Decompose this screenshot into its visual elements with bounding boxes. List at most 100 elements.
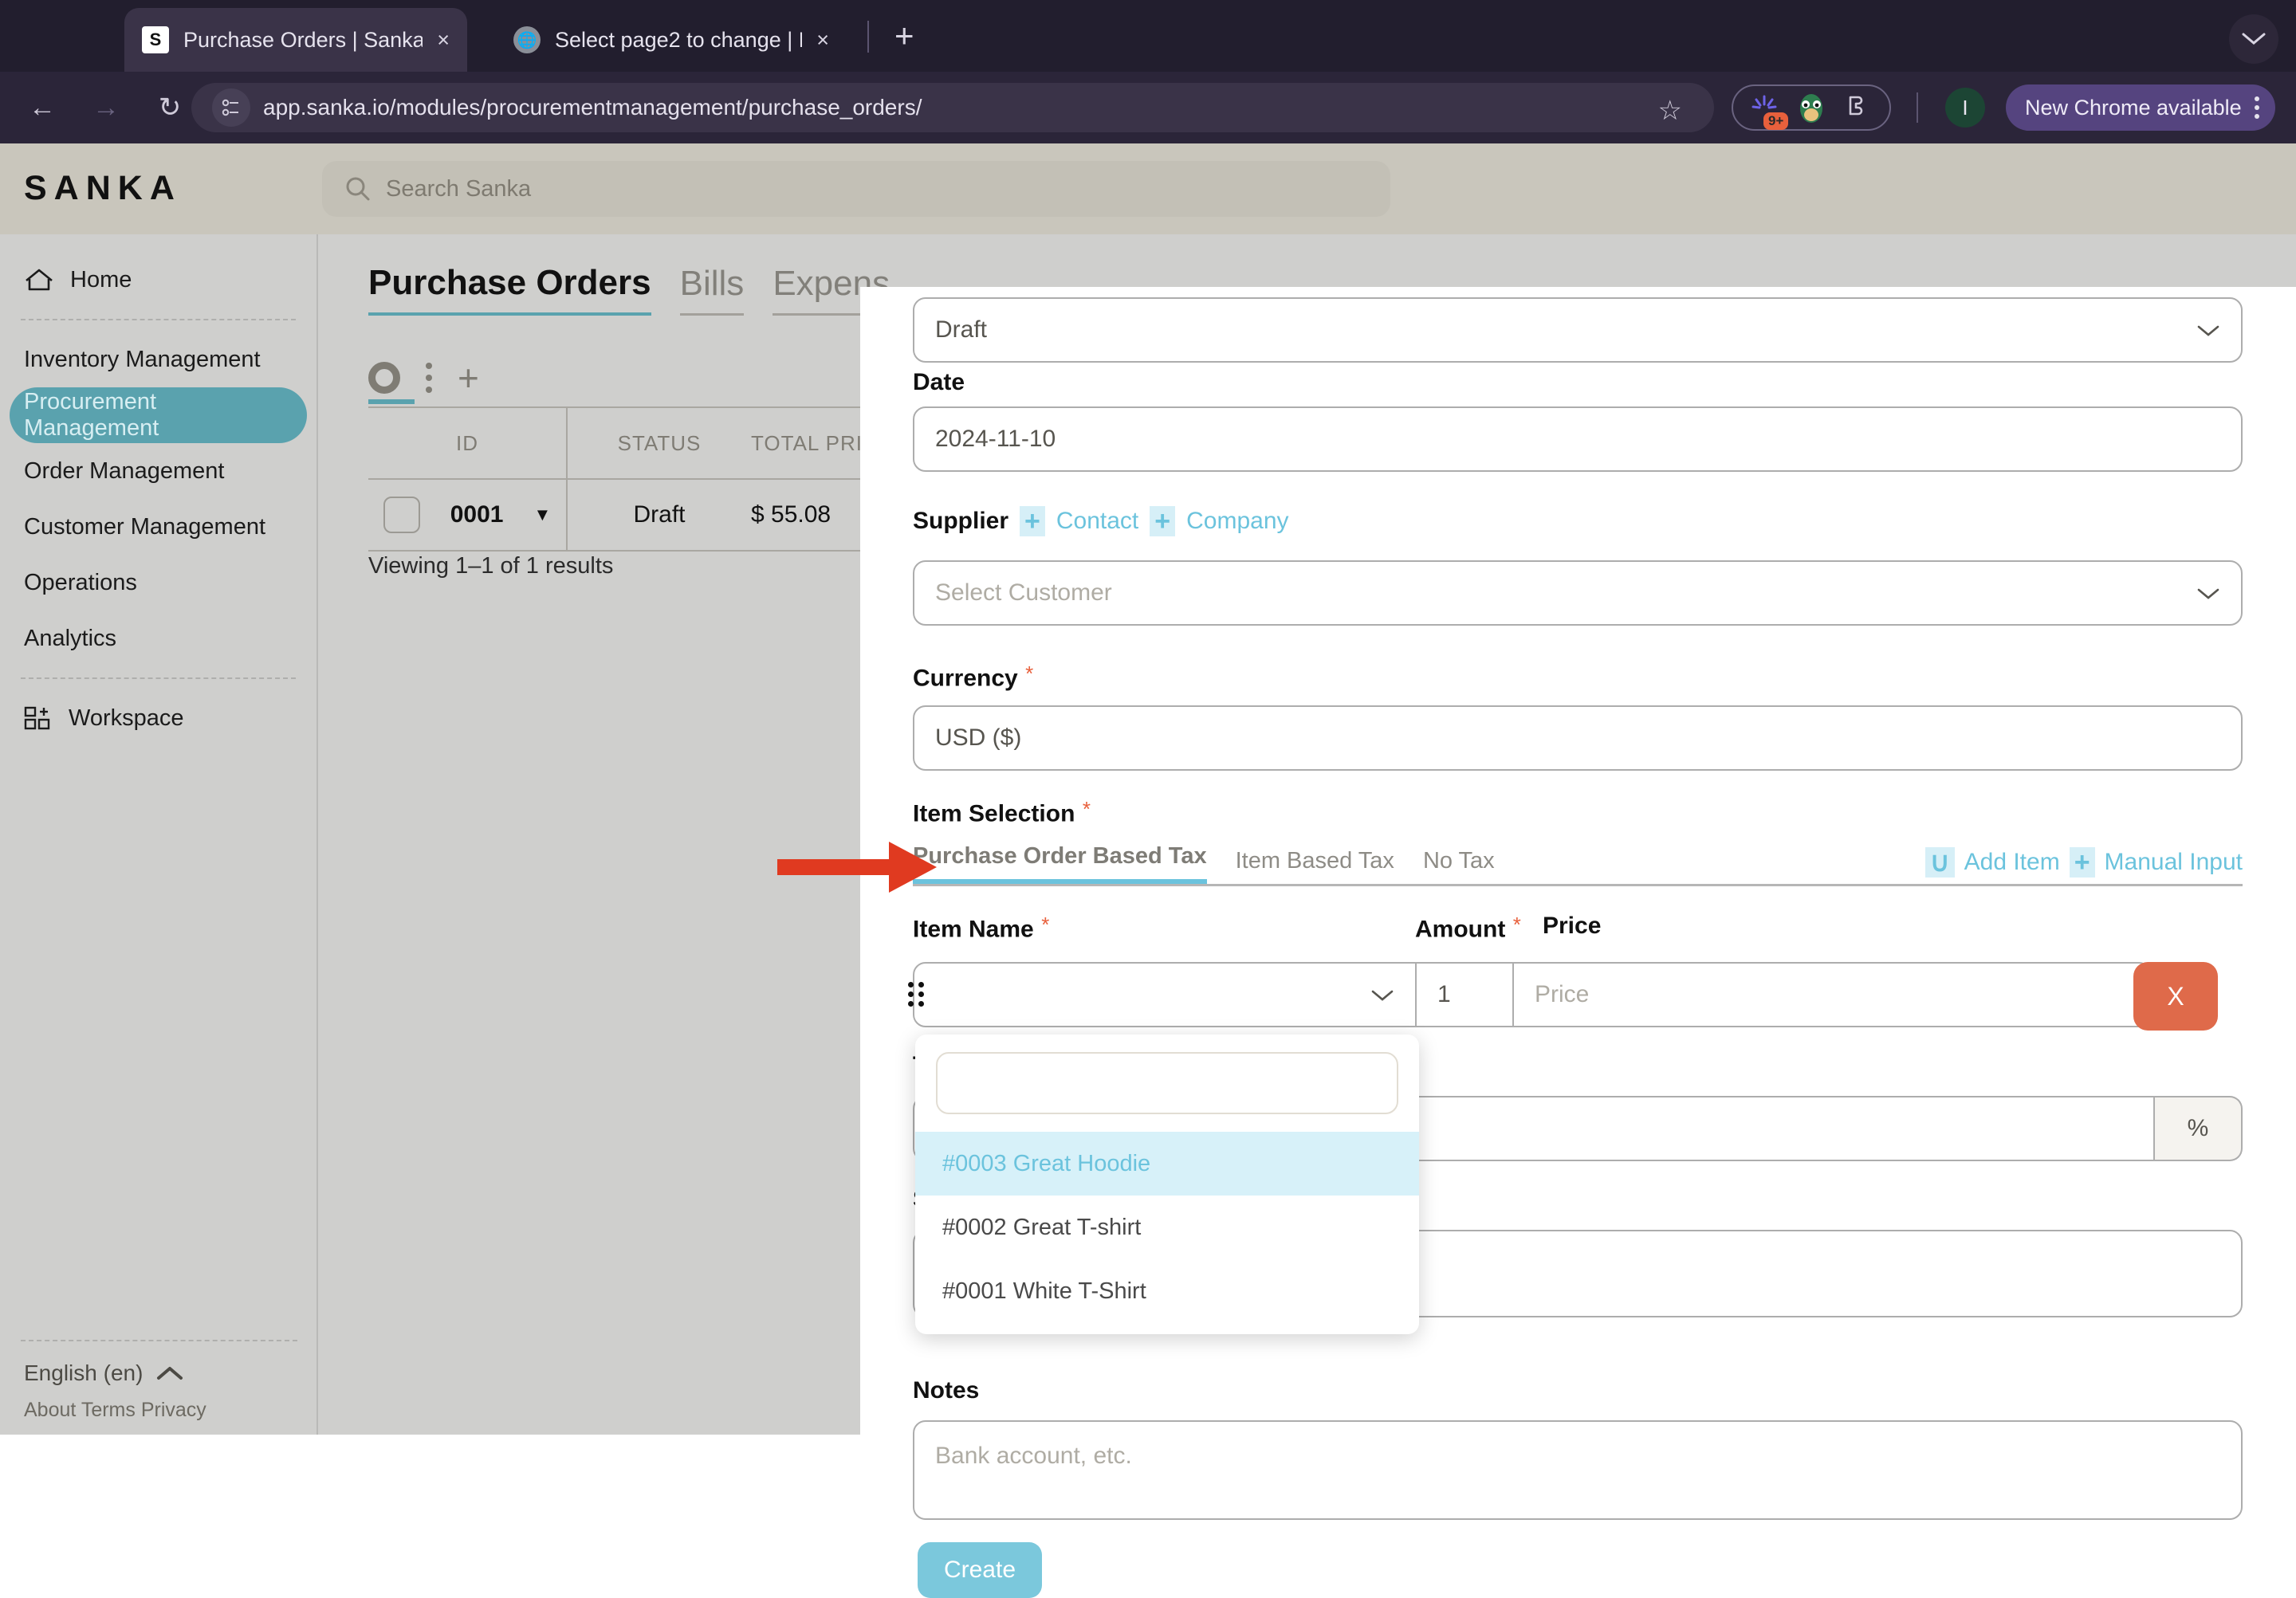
sidebar-item-workspace[interactable]: Workspace xyxy=(10,690,307,746)
search-icon xyxy=(346,177,370,201)
sidebar-item-inventory-management[interactable]: Inventory Management xyxy=(10,332,307,387)
sidebar-item-operations[interactable]: Operations xyxy=(10,555,307,611)
required-asterisk: * xyxy=(1512,913,1521,936)
forward-icon[interactable]: → xyxy=(85,86,128,129)
chevron-down-icon[interactable] xyxy=(2229,14,2278,64)
chevron-down-icon xyxy=(1370,981,1394,1008)
currency-label: Currency xyxy=(913,665,1018,692)
browser-toolbar: ← → ↻ app.sanka.io/modules/procurementma… xyxy=(0,72,2296,143)
currency-select[interactable]: USD ($) xyxy=(913,705,2243,771)
header-cell-id: ID xyxy=(368,408,568,478)
chevron-down-icon[interactable]: ▼ xyxy=(533,505,551,525)
add-company-link[interactable]: Company xyxy=(1186,508,1288,535)
drag-handle-icon[interactable] xyxy=(908,982,925,1007)
kebab-menu-icon[interactable] xyxy=(2254,96,2259,119)
legal-links[interactable]: About Terms Privacy xyxy=(0,1394,318,1422)
tax-percent-suffix: % xyxy=(2155,1096,2243,1161)
list-toolbar: + xyxy=(368,354,479,404)
required-asterisk: * xyxy=(1041,913,1050,936)
sidebar-item-label: Customer Management xyxy=(24,513,266,540)
sidebar-item-home[interactable]: Home xyxy=(10,252,307,308)
manual-input-link[interactable]: Manual Input xyxy=(2105,849,2243,876)
site-info-icon[interactable] xyxy=(212,88,250,127)
amount-input[interactable]: 1 xyxy=(1417,962,1514,1027)
add-contact-link[interactable]: Contact xyxy=(1056,508,1138,535)
notes-placeholder: Bank account, etc. xyxy=(935,1443,1132,1469)
date-value: 2024-11-10 xyxy=(935,426,1056,452)
address-bar[interactable]: app.sanka.io/modules/procurementmanageme… xyxy=(191,83,1714,132)
add-item-link[interactable]: Add Item xyxy=(1964,849,2060,876)
sidebar-item-label: Procurement Management xyxy=(24,389,159,441)
create-purchase-order-panel: Draft Date 2024-11-10 Supplier + Contact… xyxy=(860,287,2296,1578)
sidebar-item-customer-management[interactable]: Customer Management xyxy=(10,499,307,555)
date-label: Date xyxy=(913,369,965,395)
date-input[interactable]: 2024-11-10 xyxy=(913,406,2243,472)
item-name-dropdown: #0003 Great Hoodie #0002 Great T-shirt #… xyxy=(915,1035,1419,1334)
dropdown-search-input[interactable] xyxy=(936,1052,1398,1114)
item-name-select[interactable] xyxy=(913,962,1417,1027)
tab-separator xyxy=(867,21,869,53)
add-item-icon[interactable]: ∪ xyxy=(1924,847,1955,878)
puzzle-extension-icon[interactable] xyxy=(1839,88,1877,127)
browser-tab-2[interactable]: 🌐 Select page2 to change | Djan × xyxy=(496,8,847,72)
required-asterisk: * xyxy=(1082,797,1091,821)
add-contact-plus-icon[interactable]: + xyxy=(1020,506,1045,536)
tab-bills[interactable]: Bills xyxy=(679,264,745,316)
status-select[interactable]: Draft xyxy=(913,297,2243,363)
add-company-plus-icon[interactable]: + xyxy=(1150,506,1176,536)
tab-no-tax[interactable]: No Tax xyxy=(1423,848,1495,884)
remove-item-button[interactable]: X xyxy=(2133,962,2218,1031)
tab-strip: S Purchase Orders | Sanka × 🌐 Select pag… xyxy=(0,0,2296,72)
toolbar-separator xyxy=(1917,92,1918,123)
sidebar-footer: English (en) About Terms Privacy xyxy=(0,1329,318,1422)
manual-input-plus-icon[interactable]: + xyxy=(2069,847,2095,878)
notes-textarea[interactable]: Bank account, etc. xyxy=(913,1420,2243,1520)
kebab-menu-icon[interactable] xyxy=(426,363,432,393)
create-button[interactable]: Create xyxy=(918,1542,1042,1598)
close-icon[interactable]: × xyxy=(437,28,450,53)
row-checkbox[interactable] xyxy=(383,497,420,533)
browser-tab-title: Select page2 to change | Djan xyxy=(555,27,802,52)
bookmark-star-icon[interactable]: ☆ xyxy=(1658,95,1682,127)
page-tabs: Purchase Orders Bills Expens xyxy=(368,263,890,316)
sidebar-item-analytics[interactable]: Analytics xyxy=(10,611,307,666)
dropdown-option-0002[interactable]: #0002 Great T-shirt xyxy=(915,1196,1419,1259)
dropdown-option-0003[interactable]: #0003 Great Hoodie xyxy=(915,1132,1419,1196)
sidebar-item-label: Order Management xyxy=(24,457,225,484)
dropdown-option-0001[interactable]: #0001 White T-Shirt xyxy=(915,1259,1419,1323)
sidebar-item-label: Workspace xyxy=(69,705,184,731)
tab-item-based-tax[interactable]: Item Based Tax xyxy=(1236,848,1394,884)
chrome-update-button[interactable]: New Chrome available xyxy=(2006,84,2275,131)
price-input[interactable]: Price xyxy=(1514,962,2152,1027)
sidebar-divider xyxy=(21,677,296,679)
workspace-add-icon xyxy=(24,706,50,730)
item-selection-label: Item Selection xyxy=(913,800,1075,827)
language-selector[interactable]: English (en) xyxy=(0,1353,318,1394)
back-icon[interactable]: ← xyxy=(21,86,64,129)
tab-purchase-orders[interactable]: Purchase Orders xyxy=(368,263,651,316)
sidebar-divider xyxy=(21,319,296,320)
amount-label: Amount xyxy=(1415,916,1506,943)
reload-icon[interactable]: ↻ xyxy=(148,86,191,129)
sidebar-item-label: Operations xyxy=(24,569,137,595)
sidebar: Home Inventory Management Procurement Ma… xyxy=(0,234,318,1435)
sidebar-item-procurement-management[interactable]: Procurement Management xyxy=(10,387,307,443)
status-value: Draft xyxy=(935,316,988,343)
search-placeholder: Search Sanka xyxy=(386,175,532,202)
new-tab-button[interactable]: + xyxy=(894,19,914,53)
frog-extension-icon[interactable] xyxy=(1792,88,1830,127)
add-view-button[interactable]: + xyxy=(458,359,479,396)
required-asterisk: * xyxy=(1025,662,1034,685)
extension-notifications-icon[interactable]: 9+ xyxy=(1745,88,1789,130)
globe-icon: 🌐 xyxy=(513,26,541,53)
close-icon[interactable]: × xyxy=(816,28,829,53)
circle-view-icon[interactable] xyxy=(368,362,415,404)
avatar[interactable]: I xyxy=(1945,88,1985,128)
search-input[interactable]: Search Sanka xyxy=(322,161,1390,217)
sidebar-divider xyxy=(21,1340,297,1341)
supplier-select[interactable]: Select Customer xyxy=(913,560,2243,626)
sidebar-item-order-management[interactable]: Order Management xyxy=(10,443,307,499)
tab-purchase-order-based-tax[interactable]: Purchase Order Based Tax xyxy=(913,843,1207,884)
browser-tab-1[interactable]: S Purchase Orders | Sanka × xyxy=(124,8,467,72)
browser-tab-title: Purchase Orders | Sanka xyxy=(183,27,423,52)
